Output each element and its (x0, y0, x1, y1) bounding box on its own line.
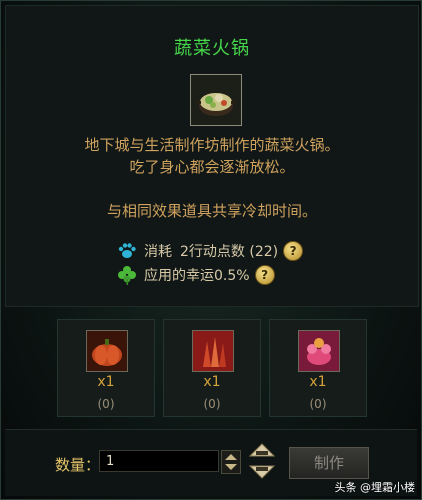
red-root-material-icon (192, 330, 234, 372)
hotpot-item-icon[interactable] (190, 74, 242, 126)
quantity-stepper[interactable] (221, 450, 241, 474)
quantity-step-10-buttons[interactable] (247, 443, 277, 479)
pink-flower-material-icon (298, 330, 340, 372)
material-count: x1 (309, 374, 327, 390)
material-owned: (0) (309, 397, 327, 411)
material-owned: (0) (203, 397, 221, 411)
luck-label: 应用的幸运0.5% (144, 268, 250, 284)
quantity-input[interactable] (99, 450, 219, 472)
luck-help-icon[interactable]: ? (254, 265, 275, 285)
crafting-window: 蔬菜火锅 地下城与生活制作坊制作的蔬菜火锅。 吃了身心都会逐渐放松。 与相同效果… (0, 0, 422, 500)
cost-value: 2行动点数 (22) (180, 244, 279, 260)
up-down-arrows-icon (225, 454, 237, 470)
hotpot-icon (191, 75, 241, 125)
material-slot-3[interactable]: x1 (0) (269, 319, 367, 417)
make-button[interactable]: 制作 (289, 447, 369, 479)
luck-row: 应用的幸运0.5% ? (116, 264, 275, 286)
description-line-1: 地下城与生活制作坊制作的蔬菜火锅。 (84, 136, 340, 154)
quantity-label: 数量： (55, 456, 101, 474)
paw-icon (116, 240, 138, 262)
cost-help-icon[interactable]: ? (283, 241, 304, 261)
material-slot-1[interactable]: x1 (0) (57, 319, 155, 417)
material-count: x1 (203, 374, 221, 390)
watermark: 头条 @埋霜小楼 (334, 481, 416, 494)
item-title: 蔬菜火锅 (174, 38, 250, 59)
clover-icon (116, 264, 138, 286)
step-10-arrows-icon (248, 443, 276, 479)
cost-label: 消耗 (144, 244, 172, 260)
cost-row: 消耗 2行动点数 (22) ? (116, 240, 304, 262)
description-line-3: 与相同效果道具共享冷却时间。 (106, 202, 317, 220)
description-line-2: 吃了身心都会逐渐放松。 (129, 158, 295, 176)
material-slot-2[interactable]: x1 (0) (163, 319, 261, 417)
material-owned: (0) (97, 397, 115, 411)
item-info-panel: 蔬菜火锅 地下城与生活制作坊制作的蔬菜火锅。 吃了身心都会逐渐放松。 与相同效果… (5, 5, 419, 307)
pumpkin-material-icon (86, 330, 128, 372)
material-count: x1 (97, 374, 115, 390)
